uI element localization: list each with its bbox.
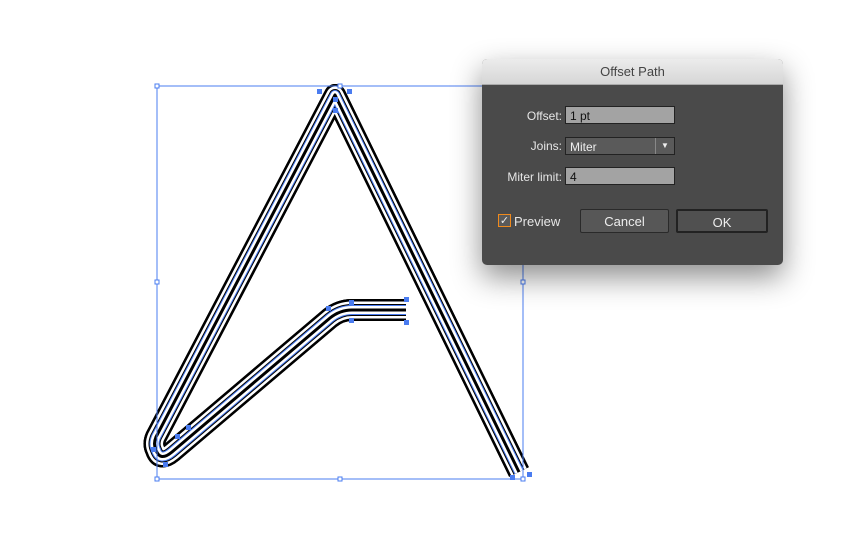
preview-label[interactable]: Preview	[514, 214, 560, 229]
ok-button[interactable]: OK	[676, 209, 768, 233]
offset-input[interactable]: 1 pt	[565, 106, 675, 124]
miter-limit-label: Miter limit:	[507, 170, 562, 184]
joins-value: Miter	[570, 140, 597, 154]
checkmark-icon: ✓	[499, 215, 510, 227]
cancel-button[interactable]: Cancel	[580, 209, 669, 233]
joins-label: Joins:	[530, 139, 562, 153]
offset-label: Offset:	[526, 109, 562, 123]
joins-select[interactable]: Miter ▼	[565, 137, 675, 155]
dialog-title[interactable]: Offset Path	[482, 59, 783, 85]
letter-a-offset-paths[interactable]	[155, 84, 520, 472]
miter-limit-input[interactable]: 4	[565, 167, 675, 185]
offset-path-dialog: Offset Path Offset: 1 pt Joins: Miter ▼ M…	[482, 59, 783, 265]
chevron-down-icon: ▼	[655, 138, 674, 154]
preview-checkbox[interactable]: ✓	[498, 214, 511, 227]
